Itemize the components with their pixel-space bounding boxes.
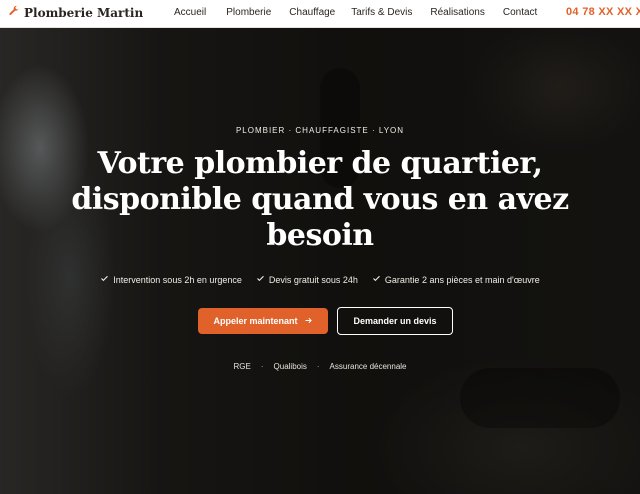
feature-item: Intervention sous 2h en urgence — [100, 274, 242, 285]
phone-link[interactable]: 04 78 XX XX XX — [566, 6, 640, 18]
separator: · — [260, 362, 264, 371]
certifications: RGE · Qualibois · Assurance décennale — [0, 362, 640, 371]
main-menu: Accueil Plomberie Chauffage Tarifs & Dev… — [174, 7, 537, 18]
brand-name: Plomberie Martin — [24, 6, 144, 20]
hero-section: PLOMBIER · CHAUFFAGISTE · LYON Votre plo… — [0, 28, 640, 494]
cert-assurance-decennale: Assurance décennale — [329, 362, 407, 371]
nav-link-tarifs-devis[interactable]: Tarifs & Devis — [351, 7, 412, 18]
brand-logo[interactable]: Plomberie Martin — [8, 4, 143, 22]
call-now-button[interactable]: Appeler maintenant — [198, 308, 328, 334]
request-quote-button[interactable]: Demander un devis — [337, 307, 453, 335]
hero-headline: Votre plombier de quartier, disponible q… — [71, 146, 569, 253]
feature-label: Intervention sous 2h en urgence — [113, 274, 242, 285]
nav-link-realisations[interactable]: Réalisations — [430, 7, 484, 18]
feature-item: Garantie 2 ans pièces et main d'œuvre — [372, 274, 540, 285]
top-navbar: Plomberie Martin Accueil Plomberie Chauf… — [0, 0, 640, 28]
cert-rge: RGE — [233, 362, 251, 371]
check-icon — [372, 274, 381, 285]
call-now-label: Appeler maintenant — [213, 316, 298, 326]
request-quote-label: Demander un devis — [353, 316, 437, 326]
feature-label: Garantie 2 ans pièces et main d'œuvre — [384, 274, 540, 285]
nav-link-accueil[interactable]: Accueil — [174, 7, 206, 18]
feature-item: Devis gratuit sous 24h — [256, 274, 358, 285]
arrow-right-icon — [304, 316, 313, 327]
check-icon — [100, 274, 109, 285]
hero-features: Intervention sous 2h en urgence Devis gr… — [0, 274, 640, 285]
hero-eyebrow: PLOMBIER · CHAUFFAGISTE · LYON — [235, 126, 405, 135]
nav-link-contact[interactable]: Contact — [503, 7, 537, 18]
hero-overlay — [0, 28, 640, 494]
separator: · — [316, 362, 320, 371]
check-icon — [256, 274, 265, 285]
wrench-icon — [8, 4, 20, 22]
nav-link-chauffage[interactable]: Chauffage — [289, 7, 335, 18]
cert-qualibois: Qualibois — [273, 362, 307, 371]
nav-link-plomberie[interactable]: Plomberie — [226, 7, 271, 18]
feature-label: Devis gratuit sous 24h — [268, 274, 358, 285]
